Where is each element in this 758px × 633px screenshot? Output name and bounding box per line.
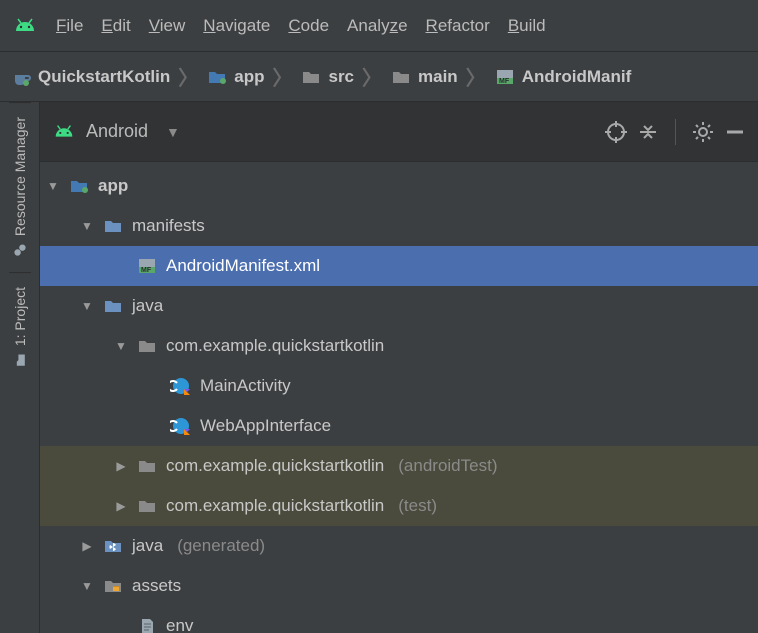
menu-navigate[interactable]: Navigate [203, 16, 270, 36]
file-icon [136, 616, 158, 633]
tree-node-java-generated[interactable]: ▶ java (generated) [40, 526, 758, 566]
kotlin-class-icon [170, 416, 192, 436]
separator [675, 119, 676, 145]
crumb-project[interactable]: QuickstartKotlin [10, 67, 170, 87]
menu-bar: File Edit View Navigate Code Analyze Ref… [0, 0, 758, 52]
tree-node-main-activity[interactable]: ▼ MainActivity [40, 366, 758, 406]
manifest-icon [136, 256, 158, 276]
package-icon [136, 336, 158, 356]
chevron-icon: 〉 [464, 62, 488, 91]
kotlin-class-icon [170, 376, 192, 396]
package-icon [136, 456, 158, 476]
chevron-down-icon: ▼ [166, 124, 180, 140]
chevron-icon: 〉 [270, 62, 294, 91]
menu-file[interactable]: File [56, 16, 83, 36]
tool-window-strip: Resource Manager 1: Project [0, 102, 40, 633]
tab-project[interactable]: 1: Project [9, 272, 31, 382]
crumb-file[interactable]: AndroidManif [494, 67, 632, 87]
expand-arrow-icon[interactable]: ▶ [80, 539, 94, 553]
project-view-selector[interactable]: Android ▼ [52, 121, 180, 142]
chevron-icon: 〉 [360, 62, 384, 91]
expand-arrow-icon[interactable]: ▼ [46, 179, 60, 193]
menu-edit[interactable]: Edit [101, 16, 130, 36]
resource-manager-icon [12, 242, 28, 258]
expand-arrow-icon[interactable]: ▶ [114, 499, 128, 513]
project-panel: Android ▼ ▼ app ▼ manifests ▼ AndroidMan… [40, 102, 758, 633]
android-view-icon [52, 122, 76, 142]
select-opened-file-button[interactable] [605, 121, 627, 143]
collapse-all-button[interactable] [637, 121, 659, 143]
crumb-module[interactable]: app [206, 67, 264, 87]
menu-build[interactable]: Build [508, 16, 546, 36]
expand-arrow-icon[interactable]: ▶ [114, 459, 128, 473]
menu-view[interactable]: View [149, 16, 186, 36]
menu-code[interactable]: Code [288, 16, 329, 36]
folder-icon [390, 67, 412, 87]
expand-arrow-icon[interactable]: ▼ [80, 579, 94, 593]
tree-node-manifests[interactable]: ▼ manifests [40, 206, 758, 246]
project-tab-icon [12, 352, 28, 368]
tree-node-app[interactable]: ▼ app [40, 166, 758, 206]
folder-icon [300, 67, 322, 87]
settings-button[interactable] [692, 121, 714, 143]
tree-node-assets[interactable]: ▼ assets [40, 566, 758, 606]
tree-node-java[interactable]: ▼ java [40, 286, 758, 326]
package-icon [136, 496, 158, 516]
project-tree[interactable]: ▼ app ▼ manifests ▼ AndroidManifest.xml … [40, 162, 758, 633]
project-panel-header: Android ▼ [40, 102, 758, 162]
module-folder-icon [206, 67, 228, 87]
project-cup-icon [10, 67, 32, 87]
module-folder-icon [68, 176, 90, 196]
menu-refactor[interactable]: Refactor [426, 16, 490, 36]
tree-node-manifest-file[interactable]: ▼ AndroidManifest.xml [40, 246, 758, 286]
tab-resource-manager[interactable]: Resource Manager [9, 102, 31, 272]
tree-node-android-test-pkg[interactable]: ▶ com.example.quickstartkotlin (androidT… [40, 446, 758, 486]
chevron-icon: 〉 [176, 62, 200, 91]
expand-arrow-icon[interactable]: ▼ [80, 299, 94, 313]
tree-node-package[interactable]: ▼ com.example.quickstartkotlin [40, 326, 758, 366]
crumb-src[interactable]: src [300, 67, 354, 87]
assets-folder-icon [102, 576, 124, 596]
tree-node-env[interactable]: ▼ env [40, 606, 758, 633]
expand-arrow-icon[interactable]: ▼ [114, 339, 128, 353]
manifest-icon [494, 67, 516, 87]
tree-node-webapp-interface[interactable]: ▼ WebAppInterface [40, 406, 758, 446]
android-logo-icon [12, 13, 38, 39]
folder-icon [102, 296, 124, 316]
breadcrumb: QuickstartKotlin 〉 app 〉 src 〉 main 〉 An… [0, 52, 758, 102]
generated-folder-icon [102, 536, 124, 556]
expand-arrow-icon[interactable]: ▼ [80, 219, 94, 233]
tree-node-test-pkg[interactable]: ▶ com.example.quickstartkotlin (test) [40, 486, 758, 526]
folder-icon [102, 216, 124, 236]
menu-analyze[interactable]: Analyze [347, 16, 408, 36]
hide-panel-button[interactable] [724, 121, 746, 143]
crumb-main[interactable]: main [390, 67, 458, 87]
